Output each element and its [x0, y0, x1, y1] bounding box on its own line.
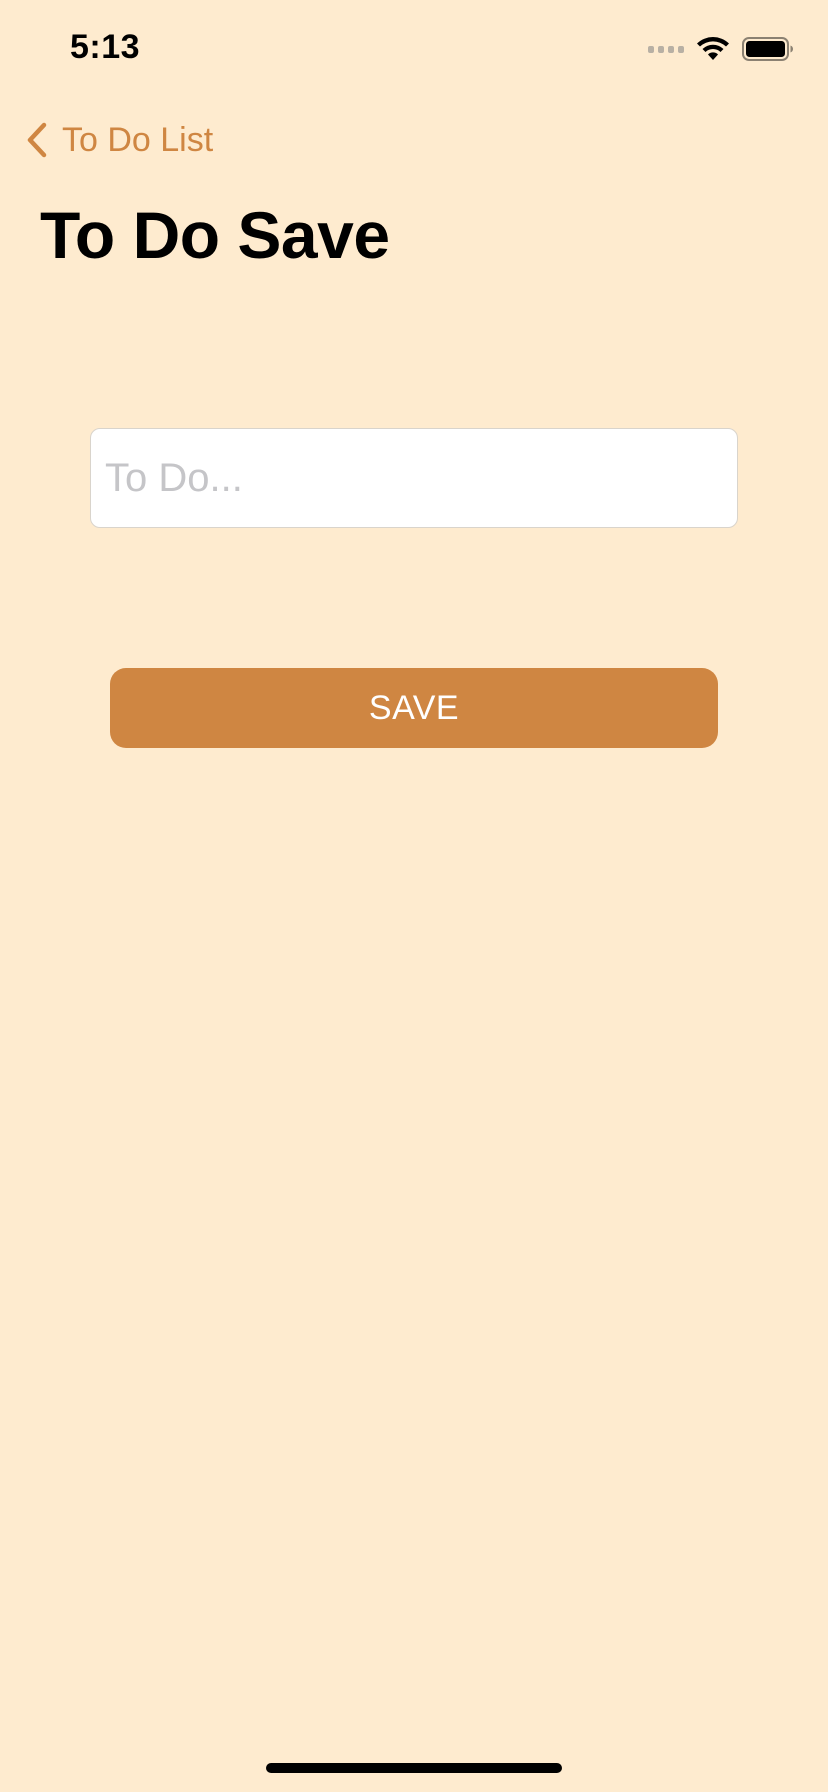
status-time: 5:13 — [70, 28, 141, 66]
battery-icon — [742, 37, 793, 61]
page-title: To Do Save — [40, 198, 390, 272]
back-button[interactable]: To Do List — [26, 118, 213, 162]
wifi-icon — [697, 37, 729, 60]
chevron-left-icon — [27, 122, 47, 158]
todo-input[interactable] — [90, 428, 738, 528]
status-icons — [648, 36, 794, 62]
home-indicator — [266, 1763, 562, 1773]
signal-icon — [648, 45, 684, 53]
save-button[interactable]: SAVE — [110, 668, 718, 748]
back-button-label: To Do List — [62, 121, 214, 159]
status-bar: 5:13 — [0, 0, 828, 100]
